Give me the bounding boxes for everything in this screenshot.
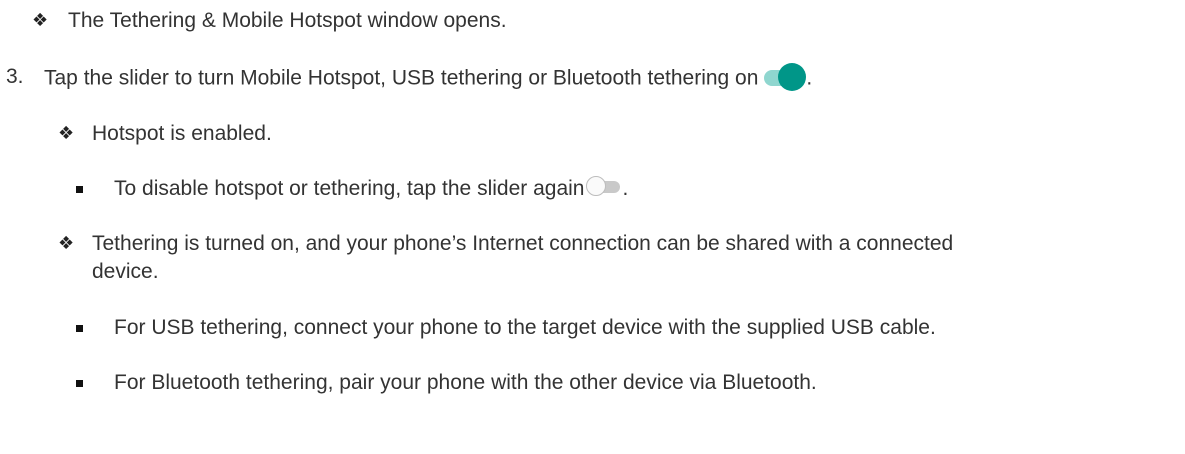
square-bullet-icon — [76, 186, 83, 193]
step-result-window-opens: The Tethering & Mobile Hotspot window op… — [68, 9, 507, 32]
step-3-text: Tap the slider to turn Mobile Hotspot, U… — [44, 66, 759, 90]
disable-note-text: To disable hotspot or tethering, tap the… — [114, 177, 585, 200]
disable-note: To disable hotspot or tethering, tap the… — [114, 176, 628, 202]
result-tethering-line2: device. — [92, 260, 159, 283]
step-3-instruction: Tap the slider to turn Mobile Hotspot, U… — [44, 62, 813, 94]
disable-note-period: . — [622, 177, 629, 200]
result-tethering-line1: Tethering is turned on, and your phone’s… — [92, 232, 954, 255]
square-bullet-icon — [76, 380, 83, 387]
toggle-on-icon — [762, 62, 807, 92]
step-3-period: . — [806, 66, 813, 90]
diamond-bullet-icon: ❖ — [32, 10, 49, 31]
result-hotspot-enabled: Hotspot is enabled. — [92, 122, 272, 145]
diamond-bullet-icon: ❖ — [58, 123, 75, 144]
diamond-bullet-icon: ❖ — [58, 233, 75, 254]
toggle-off-icon — [586, 175, 622, 199]
square-bullet-icon — [76, 325, 83, 332]
bluetooth-tethering-note: For Bluetooth tethering, pair your phone… — [114, 371, 817, 394]
step-number: 3. — [6, 65, 24, 88]
usb-tethering-note: For USB tethering, connect your phone to… — [114, 316, 936, 339]
